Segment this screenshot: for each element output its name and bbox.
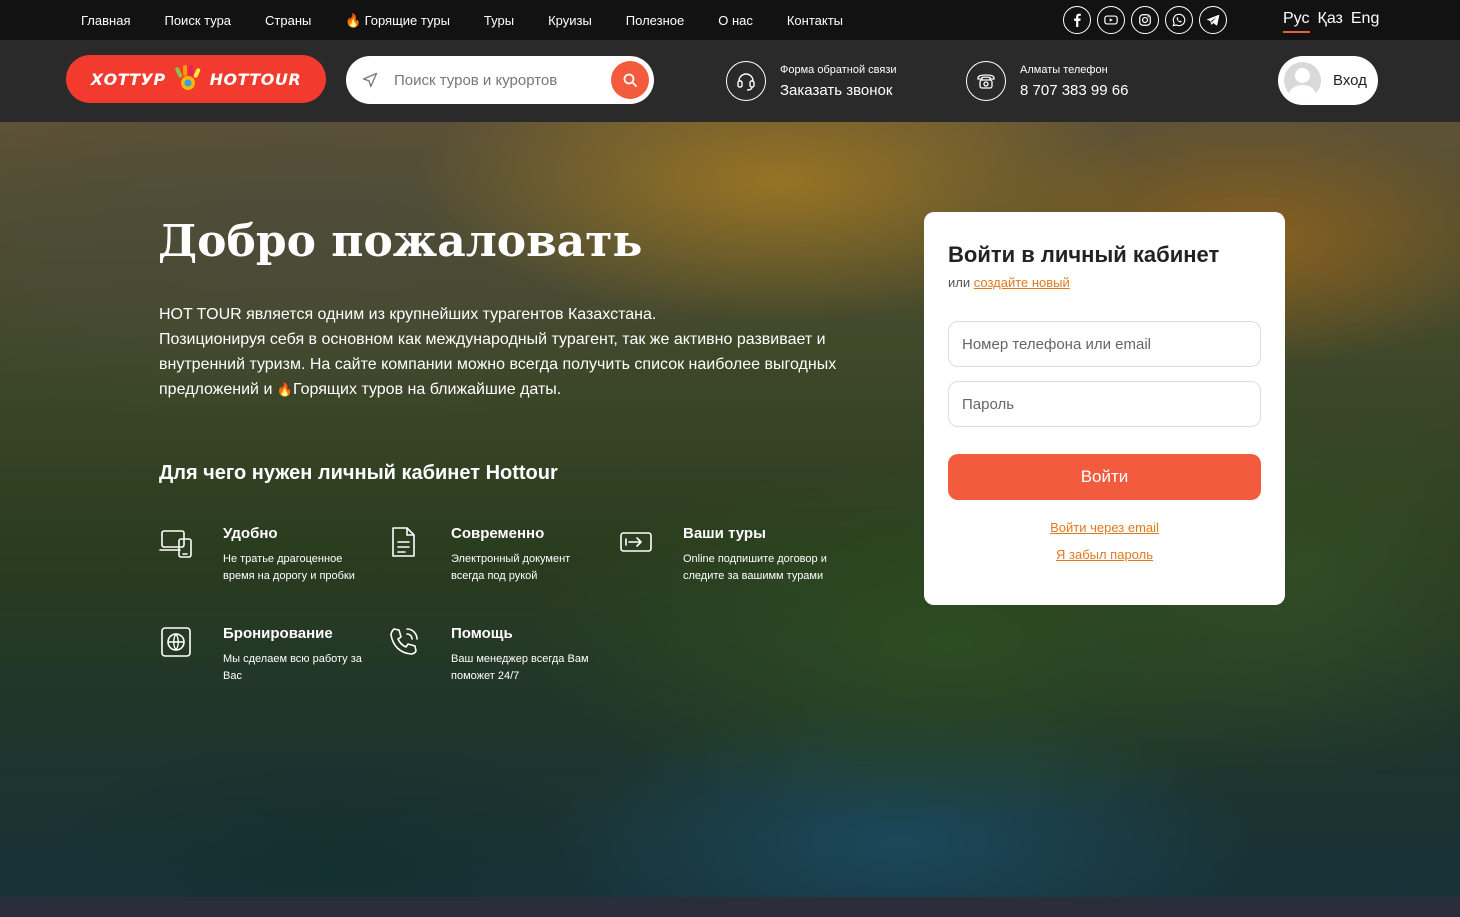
callback-block[interactable]: Форма обратной связи Заказать звонок	[726, 61, 897, 101]
or-text: или	[948, 275, 971, 290]
search-icon	[623, 73, 637, 87]
top-navigation: Главная Поиск тура Страны 🔥 Горящие туры …	[0, 0, 1460, 40]
fire-icon: 🔥	[276, 382, 294, 397]
nav-item-home[interactable]: Главная	[64, 13, 147, 28]
site-logo[interactable]: ХОТТУР HOTTOUR	[66, 55, 326, 103]
avatar	[1284, 62, 1321, 99]
phone-email-field[interactable]	[948, 321, 1261, 367]
intro-hot-tours: Горящих туров на ближайшие даты.	[293, 381, 562, 398]
login-subtitle: или создайте новый	[948, 275, 1070, 290]
nav-label: О нас	[718, 12, 753, 28]
callback-action[interactable]: Заказать звонок	[780, 82, 897, 99]
callback-text: Форма обратной связи Заказать звонок	[780, 64, 897, 99]
login-card: Войти в личный кабинет или создайте новы…	[924, 212, 1285, 605]
fire-icon: 🔥	[345, 12, 362, 28]
header-bar: ХОТТУР HOTTOUR Форма обратной связи Зака…	[0, 40, 1460, 122]
intro-text: HOT TOUR является одним из крупнейших ту…	[159, 302, 899, 402]
search-button[interactable]	[611, 61, 649, 99]
feature-title: Современно	[451, 525, 545, 542]
section-heading: Для чего нужен личный кабинет Hottour	[159, 462, 558, 484]
globe-booking-icon	[161, 627, 191, 657]
nav-item-tours[interactable]: Туры	[467, 13, 531, 28]
nav-label: Поиск тура	[164, 12, 232, 28]
nav-item-hot-tours[interactable]: 🔥 Горящие туры	[328, 13, 467, 28]
login-button[interactable]: Вход	[1278, 56, 1378, 105]
nav-label: Главная	[81, 12, 131, 28]
logo-text-latin: HOTTOUR	[209, 69, 302, 89]
flight-ticket-icon	[620, 532, 652, 552]
facebook-icon[interactable]	[1063, 6, 1091, 34]
feature-desc: Мы сделаем всю работу за Вас	[223, 653, 362, 682]
nav-item-countries[interactable]: Страны	[248, 13, 328, 28]
phone-label: Алматы телефон	[1020, 63, 1108, 76]
headset-icon	[726, 61, 766, 101]
search-input[interactable]	[394, 68, 604, 92]
page-title: Добро пожаловать	[158, 216, 643, 267]
login-title: Войти в личный кабинет	[948, 242, 1220, 267]
callback-label: Форма обратной связи	[780, 63, 897, 76]
search-box	[346, 56, 654, 104]
email-login-link[interactable]: Войти через email	[948, 520, 1261, 535]
main-menu: Главная Поиск тура Страны 🔥 Горящие туры …	[64, 0, 860, 40]
feature-title: Бронирование	[223, 625, 333, 642]
logo-hand-icon	[174, 65, 200, 90]
nav-label: Страны	[265, 12, 312, 28]
telephone-icon	[966, 61, 1006, 101]
feature-desc: Электронный документ всегда под рукой	[451, 553, 571, 582]
language-switcher: Рус Қаз Eng	[1283, 10, 1379, 33]
feature-desc: Ваш менеджер всегда Вам поможет 24/7	[451, 653, 589, 682]
instagram-icon[interactable]	[1131, 6, 1159, 34]
password-field[interactable]	[948, 381, 1261, 427]
nav-item-tour-search[interactable]: Поиск тура	[147, 13, 248, 28]
telegram-icon[interactable]	[1199, 6, 1227, 34]
nav-label: Контакты	[786, 12, 844, 28]
nav-item-useful[interactable]: Полезное	[609, 13, 701, 28]
nav-label: Полезное	[625, 12, 685, 28]
feature-title: Удобно	[223, 525, 278, 542]
lang-kz[interactable]: Қаз	[1318, 10, 1343, 33]
submit-login-button[interactable]: Войти	[948, 454, 1261, 500]
hero-section: Добро пожаловать HOT TOUR является одним…	[0, 122, 1460, 897]
feature-title: Ваши туры	[683, 525, 766, 542]
whatsapp-icon[interactable]	[1165, 6, 1193, 34]
nav-item-contacts[interactable]: Контакты	[770, 13, 860, 28]
document-icon	[392, 527, 415, 557]
login-label: Вход	[1333, 72, 1367, 89]
lang-en[interactable]: Eng	[1351, 10, 1379, 33]
feature-title: Помощь	[451, 625, 513, 642]
footer-strip	[0, 897, 1460, 917]
forgot-password-link[interactable]: Я забыл пароль	[948, 547, 1261, 562]
youtube-icon[interactable]	[1097, 6, 1125, 34]
nav-label: Горящие туры	[364, 12, 450, 28]
phone-support-icon	[390, 628, 418, 655]
phone-block[interactable]: Алматы телефон 8 707 383 99 66	[966, 61, 1128, 101]
feature-desc: Не тратье драгоценное время на дорогу и …	[223, 553, 355, 582]
nav-label: Круизы	[548, 12, 592, 28]
nav-label: Туры	[483, 12, 515, 28]
location-arrow-icon	[362, 72, 378, 88]
nav-item-cruises[interactable]: Круизы	[531, 13, 609, 28]
lang-ru[interactable]: Рус	[1283, 10, 1310, 33]
feature-desc: Online подпишите договор и следите за ва…	[683, 553, 827, 582]
phone-number[interactable]: 8 707 383 99 66	[1020, 82, 1128, 99]
create-account-link[interactable]: создайте новый	[974, 275, 1070, 290]
logo-text-cyrillic: ХОТТУР	[90, 69, 166, 89]
social-links	[1063, 6, 1227, 34]
devices-icon	[159, 530, 192, 558]
phone-text: Алматы телефон 8 707 383 99 66	[1020, 64, 1128, 99]
nav-item-about[interactable]: О нас	[701, 13, 770, 28]
